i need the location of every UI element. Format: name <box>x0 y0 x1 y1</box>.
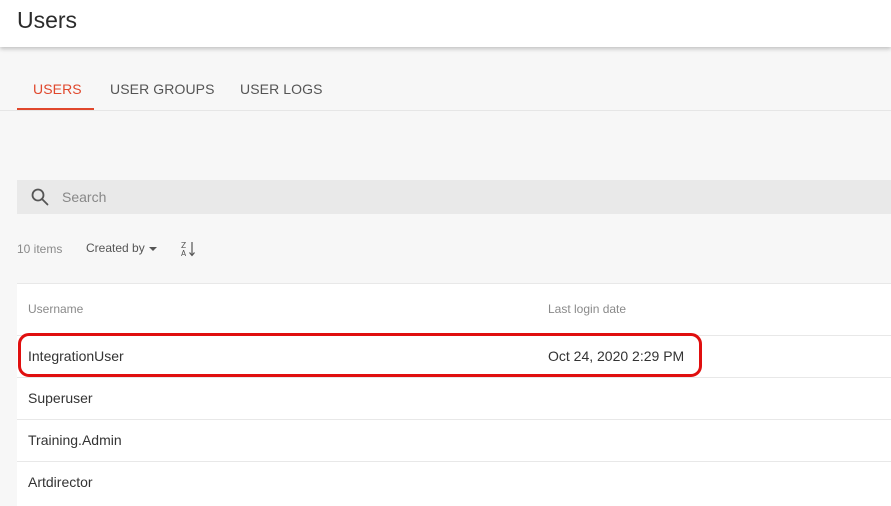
column-header-last-login[interactable]: Last login date <box>548 302 626 316</box>
tab-users[interactable]: USERS <box>33 81 82 97</box>
search-icon <box>31 188 49 206</box>
tab-user-groups[interactable]: USER GROUPS <box>110 81 215 97</box>
table-row[interactable]: Superuser <box>17 377 891 419</box>
table-row[interactable]: IntegrationUser Oct 24, 2020 2:29 PM <box>17 335 891 377</box>
tab-bar: USERS USER GROUPS USER LOGS <box>0 48 891 111</box>
active-tab-indicator <box>17 108 94 110</box>
list-toolbar: 10 items Created by Z A <box>17 240 317 258</box>
svg-text:A: A <box>181 249 187 258</box>
search-bar[interactable] <box>17 180 891 214</box>
table-row[interactable]: Artdirector <box>17 461 891 503</box>
table-row[interactable]: Training.Admin <box>17 419 891 461</box>
username-cell: Training.Admin <box>28 432 122 448</box>
tab-user-logs[interactable]: USER LOGS <box>240 81 323 97</box>
last-login-cell: Oct 24, 2020 2:29 PM <box>548 348 685 364</box>
sort-by-dropdown[interactable]: Created by <box>86 241 157 255</box>
sort-by-label: Created by <box>86 241 145 255</box>
username-cell: Superuser <box>28 390 93 406</box>
username-cell: IntegrationUser <box>28 348 124 364</box>
app-header: Users <box>0 0 891 47</box>
item-count: 10 items <box>17 242 63 256</box>
sort-z-a-icon[interactable]: Z A <box>180 240 196 258</box>
page-title: Users <box>17 7 78 33</box>
column-header-username[interactable]: Username <box>28 302 83 316</box>
caret-down-icon <box>148 246 157 251</box>
users-table: Username Last login date IntegrationUser… <box>17 283 891 506</box>
search-input[interactable] <box>62 186 862 208</box>
username-cell: Artdirector <box>28 474 93 490</box>
